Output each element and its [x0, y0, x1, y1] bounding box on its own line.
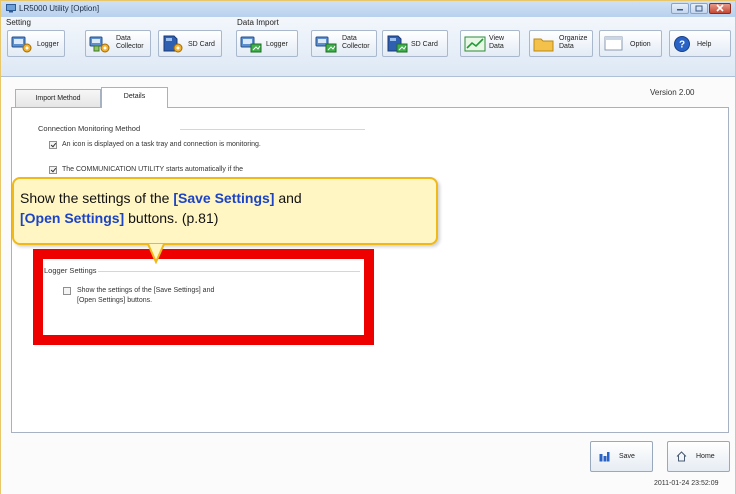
sd-card-gear-icon: [163, 35, 183, 53]
callout-text-3: and: [274, 190, 302, 206]
view-data-button[interactable]: View Data: [460, 30, 520, 57]
status-timestamp: 2011-01-24 23:52:09: [654, 480, 719, 487]
folder-icon: [533, 38, 554, 52]
data-collector-import-icon: [315, 36, 337, 53]
tab-details-label: Details: [123, 93, 146, 100]
tab-import-method-label: Import Method: [35, 95, 81, 102]
connection-section-divider: [180, 129, 365, 130]
option-window-icon: [604, 36, 623, 51]
setting-group-label: Setting: [6, 18, 31, 27]
callout-text-5: buttons. (p.81): [124, 210, 219, 226]
setting-logger-button[interactable]: Logger: [7, 30, 65, 57]
close-button[interactable]: [709, 3, 731, 14]
setting-logger-label: Logger: [37, 41, 59, 48]
view-data-label: View Data: [489, 35, 505, 50]
minimize-button[interactable]: [671, 3, 689, 14]
version-label: Version 2.00: [650, 88, 695, 97]
import-sd-card-button[interactable]: SD Card: [382, 30, 448, 57]
import-logger-label: Logger: [266, 41, 288, 48]
auto-start-checkbox[interactable]: [49, 166, 57, 174]
title-bar: LR5000 Utility [Option]: [1, 1, 735, 17]
home-icon: [676, 451, 687, 462]
tab-details[interactable]: Details: [101, 87, 168, 108]
home-label: Home: [696, 453, 715, 460]
save-label: Save: [619, 453, 635, 460]
connection-section-title: Connection Monitoring Method: [38, 124, 141, 133]
minimize-icon: [677, 9, 683, 11]
tray-icon-checkbox[interactable]: [49, 141, 57, 149]
auto-start-option-label: The COMMUNICATION UTILITY starts automat…: [62, 166, 244, 173]
callout-save-settings: [Save Settings]: [173, 190, 275, 206]
import-data-collector-label: Data Collector: [342, 35, 370, 50]
help-icon: ?: [674, 36, 690, 52]
import-logger-button[interactable]: Logger: [236, 30, 298, 57]
help-button[interactable]: ? Help: [669, 30, 731, 57]
sd-card-import-icon: [387, 35, 408, 53]
import-sd-card-label: SD Card: [411, 41, 438, 48]
callout-text-1: Show the settings of the: [20, 190, 174, 206]
setting-data-collector-label: Data Collector: [116, 35, 144, 50]
tab-import-method[interactable]: Import Method: [15, 89, 101, 108]
save-icon: [599, 452, 610, 462]
maximize-icon: [695, 5, 703, 12]
data-import-group-label: Data Import: [237, 18, 279, 27]
callout-text: Show the settings of the [Save Settings]…: [20, 188, 430, 228]
setting-data-collector-button[interactable]: Data Collector: [85, 30, 151, 57]
chart-icon: [464, 36, 486, 52]
organize-data-button[interactable]: Organize Data: [529, 30, 593, 57]
tray-icon-option-label: An icon is displayed on a task tray and …: [62, 141, 261, 148]
toolbar: Setting Data Import Logger Data Collecto…: [1, 17, 735, 77]
maximize-button[interactable]: [690, 3, 708, 14]
callout-pointer: [147, 244, 165, 264]
callout-open-settings: [Open Settings]: [20, 210, 125, 226]
callout-bubble: Show the settings of the [Save Settings]…: [12, 177, 438, 245]
svg-text:?: ?: [679, 40, 685, 51]
window-title: LR5000 Utility [Option]: [19, 4, 100, 13]
help-label: Help: [697, 41, 712, 48]
highlight-box: [33, 249, 374, 345]
setting-sd-card-label: SD Card: [188, 41, 215, 48]
setting-sd-card-button[interactable]: SD Card: [158, 30, 222, 57]
option-button[interactable]: Option: [599, 30, 662, 57]
import-data-collector-button[interactable]: Data Collector: [311, 30, 377, 57]
logger-import-icon: [240, 36, 262, 53]
organize-data-label: Organize Data: [559, 35, 588, 50]
home-button[interactable]: Home: [667, 441, 730, 472]
data-collector-gear-icon: [89, 36, 110, 53]
logger-gear-icon: [11, 36, 32, 53]
close-icon: [716, 4, 724, 12]
option-label: Option: [630, 41, 651, 48]
app-icon: [6, 4, 16, 13]
save-button[interactable]: Save: [590, 441, 653, 472]
